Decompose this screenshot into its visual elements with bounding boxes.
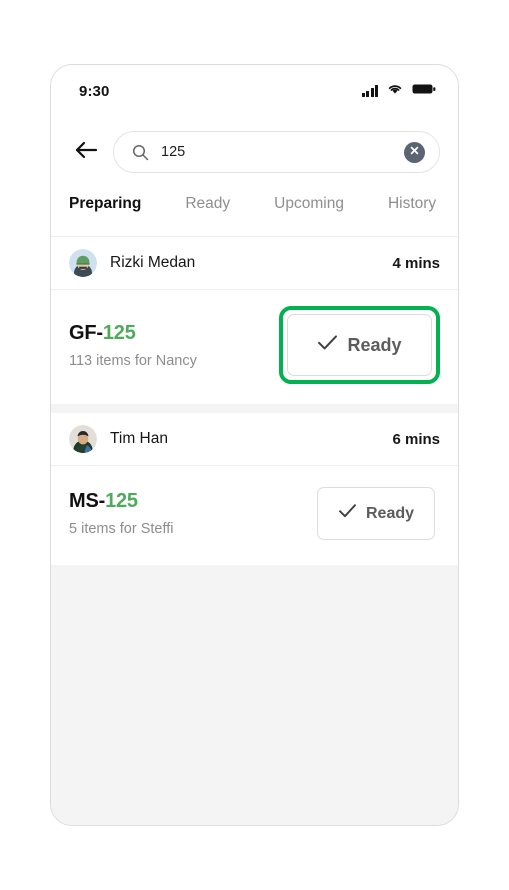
order-code-prefix: GF- [69,321,103,344]
close-icon [409,143,420,161]
tab-ready-label: Ready [185,195,231,212]
avatar [69,425,97,453]
order-items-summary: 113 items for Nancy [69,352,197,369]
tab-ready[interactable]: Ready [185,191,230,236]
tab-preparing-label: Preparing [69,195,142,212]
order-items-summary: 5 items for Steffi [69,521,174,537]
search-box[interactable] [113,131,440,173]
order-code-number: 125 [105,490,138,512]
tab-bar: Preparing Ready Upcoming History [51,191,458,237]
battery-icon [412,82,436,100]
driver-row: Tim Han 6 mins [51,413,458,466]
ready-button-label: Ready [347,334,402,355]
ready-button[interactable]: Ready [317,487,435,540]
clear-search-button[interactable] [404,141,425,163]
status-bar-time: 9:30 [79,82,110,100]
search-icon [132,144,149,161]
order-code: GF-125 [69,322,279,345]
ready-button[interactable]: Ready [287,314,432,376]
back-arrow-icon [74,140,98,165]
order-card[interactable]: Rizki Medan 4 mins GF-125 113 items for … [51,237,458,404]
order-info: MS-125 5 items for Steffi [69,490,312,537]
driver-name: Tim Han [110,430,168,447]
order-code-number: 125 [102,321,136,344]
avatar [69,249,97,277]
phone-frame: 9:30 125 Preparing Ready Upcoming Histor… [50,64,459,826]
tab-history[interactable]: History [388,191,436,236]
ready-button-label: Ready [365,504,415,522]
driver-eta: 6 mins [392,430,440,448]
search-input[interactable] [149,144,404,160]
back-button[interactable] [69,135,103,169]
driver-row: Rizki Medan 4 mins [51,237,458,290]
order-detail-row: MS-125 5 items for Steffi Ready [51,466,458,565]
order-code: MS-125 [69,490,312,513]
order-code-prefix: MS- [69,490,106,512]
driver-name: Rizki Medan [110,254,196,271]
status-bar: 9:30 [51,65,458,117]
order-info: GF-125 113 items for Nancy [69,322,279,369]
tab-history-label: History [387,195,437,212]
wifi-icon [387,82,403,100]
search-bar-row [51,117,458,191]
signal-icon [361,85,378,97]
check-icon [317,334,338,356]
ready-button-highlight: Ready [279,306,440,384]
tab-upcoming[interactable]: Upcoming [274,191,344,236]
driver-eta: 4 mins [392,254,440,272]
ready-button-wrap: Ready [312,482,440,545]
check-icon [338,503,357,524]
phone-screen: 9:30 125 Preparing Ready Upcoming Histor… [51,65,458,825]
tab-preparing[interactable]: Preparing [69,191,141,236]
order-list: Rizki Medan 4 mins GF-125 113 items for … [51,237,458,565]
tab-upcoming-label: Upcoming [274,195,344,212]
order-card[interactable]: Tim Han 6 mins MS-125 5 items for Steffi [51,413,458,565]
status-bar-icons [361,82,437,100]
order-detail-row: GF-125 113 items for Nancy Ready [51,290,458,404]
